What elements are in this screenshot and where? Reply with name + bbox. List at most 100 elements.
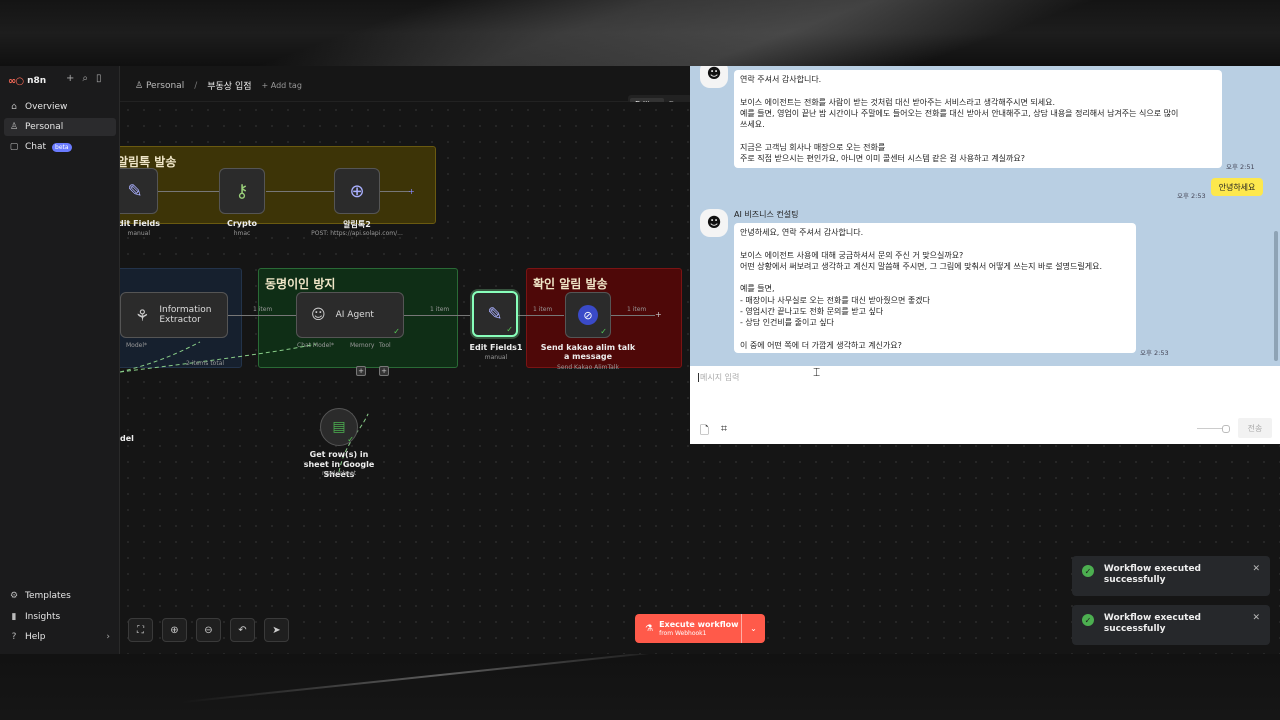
toast-message: Workflow executed successfully: [1103, 564, 1201, 585]
search-icon[interactable]: ⌕: [82, 73, 88, 84]
node-subtitle: hmac: [233, 230, 251, 237]
file-icon[interactable]: 🗋: [700, 422, 709, 441]
kakao-chat-window: ☻ 연락 주셔서 감사합니다. 보이스 에이전트는 전화를 사람이 받는 것처럼…: [690, 66, 1280, 444]
sidebar-item-label: Chat: [25, 142, 47, 152]
sidebar-item-label: Insights: [25, 612, 61, 622]
zoom-in-icon: ⊕: [170, 624, 179, 636]
edge-label: 1 item: [627, 306, 647, 313]
success-check-icon: ✓: [1082, 614, 1094, 626]
fit-view-button[interactable]: ⛶: [128, 618, 153, 642]
close-icon[interactable]: ✕: [1252, 564, 1260, 574]
connection: [404, 315, 470, 316]
success-check-icon: ✓: [347, 435, 354, 444]
avatar: ☻: [700, 66, 728, 88]
node-alimtalk2[interactable]: ⊕: [334, 168, 380, 214]
beta-badge: beta: [52, 142, 72, 152]
pencil-icon: ✎: [487, 303, 503, 325]
send-slider[interactable]: [1197, 425, 1230, 433]
logo[interactable]: ∞○ n8n: [8, 74, 46, 88]
connection: [380, 191, 410, 192]
pencil-icon: ✎: [127, 180, 143, 202]
success-check-icon: ✓: [1082, 565, 1094, 577]
workflow-name[interactable]: 부동상 입점: [207, 79, 251, 92]
insights-icon: ▮: [11, 612, 17, 622]
crop-icon[interactable]: ⌗: [721, 422, 727, 441]
node-edit-fields1[interactable]: ✎ ✓: [472, 291, 518, 337]
sidebar-item-label: Overview: [25, 102, 68, 112]
execute-main[interactable]: ⚗ Execute workflow from Webhook1: [635, 620, 741, 638]
sidebar-item-insights[interactable]: ▮ Insights: [4, 608, 116, 626]
node-label-partial: del: [120, 434, 134, 443]
message-time: 오후 2:53: [1140, 349, 1169, 357]
workflow-header: ♙ Personal / 부동상 입점 + Add tag: [120, 66, 690, 102]
connection: [516, 315, 564, 316]
add-tool-button[interactable]: +: [379, 366, 389, 376]
node-label: Send kakao alim talk a message: [540, 343, 636, 361]
sticky-note-alimtalk[interactable]: 알림톡 발송: [120, 146, 436, 224]
add-tag-button[interactable]: + Add tag: [262, 81, 302, 90]
add-node-plus-icon[interactable]: +: [655, 310, 662, 319]
execute-dropdown-button[interactable]: ⌄: [741, 614, 765, 643]
node-subtitle: read: sheet: [321, 470, 357, 477]
success-check-icon: ✓: [600, 327, 607, 336]
sidebar-item-label: Help: [25, 632, 46, 642]
message-time: 오후 2:53: [1177, 192, 1206, 200]
success-check-icon: ✓: [506, 325, 513, 334]
node-label: Information Extractor: [159, 305, 212, 325]
sidebar-item-templates[interactable]: ⚙ Templates: [4, 587, 116, 605]
node-google-sheets[interactable]: ▤ ✓: [320, 408, 358, 446]
templates-icon: ⚙: [9, 591, 19, 601]
edge-label: 1 item: [430, 306, 450, 313]
robot-icon: ☺: [311, 307, 326, 323]
undo-icon: ↶: [238, 624, 247, 636]
execute-workflow-button[interactable]: ⚗ Execute workflow from Webhook1 ⌄: [635, 614, 765, 643]
add-node-plus-icon[interactable]: +: [408, 187, 415, 196]
chevron-down-icon: ⌄: [750, 624, 757, 633]
breadcrumb-separator: /: [194, 80, 198, 91]
message-time: 오후 2:51: [1226, 163, 1255, 171]
sidebar-item-overview[interactable]: ⌂ Overview: [4, 98, 116, 116]
user-icon: ♙: [9, 122, 19, 132]
chat-scrollbar[interactable]: [1274, 231, 1278, 361]
message-input[interactable]: 메시지 입력: [698, 372, 739, 383]
toast-notification: ✓ Workflow executed successfully ✕: [1072, 556, 1270, 596]
node-crypto[interactable]: ⚷: [219, 168, 265, 214]
sidebar-item-chat[interactable]: ▢ Chat beta: [4, 138, 116, 156]
chat-icon: ▢: [9, 142, 19, 152]
sidebar-item-label: Templates: [25, 591, 71, 601]
sidebar-item-help[interactable]: ? Help ›: [4, 628, 116, 646]
connection: [611, 315, 655, 316]
node-label: Edit Fields1: [469, 343, 523, 352]
n8n-logo-icon: ∞○: [8, 75, 24, 87]
connection: [228, 315, 296, 316]
chevron-right-icon: ›: [106, 632, 110, 642]
zoom-out-button[interactable]: ⊖: [196, 618, 221, 642]
bot-avatar-icon: ☻: [706, 215, 722, 231]
sticky-title: 동명이인 방지: [265, 277, 336, 291]
toast-message: Workflow executed successfully: [1103, 613, 1201, 634]
plus-icon[interactable]: +: [66, 73, 74, 84]
node-edit-fields[interactable]: ✎: [120, 168, 158, 214]
execute-sub: from Webhook1: [659, 629, 707, 637]
avatar: ☻: [700, 209, 728, 237]
breadcrumb-project[interactable]: ♙ Personal: [135, 81, 184, 91]
collapse-sidebar-icon[interactable]: ▯: [96, 73, 102, 84]
sidebar-item-personal[interactable]: ♙ Personal: [4, 118, 116, 136]
node-subtitle: Send Kakao AlimTalk: [557, 364, 619, 371]
tidy-up-button[interactable]: ➤: [264, 618, 289, 642]
node-send-kakao[interactable]: ⊘ ✓: [565, 292, 611, 338]
home-icon: ⌂: [11, 102, 17, 112]
send-button[interactable]: 전송: [1238, 418, 1272, 438]
chat-bubble: 연락 주셔서 감사합니다. 보이스 에이전트는 전화를 사람이 받는 것처럼 대…: [734, 70, 1222, 168]
add-memory-button[interactable]: +: [356, 366, 366, 376]
fit-view-icon: ⛶: [137, 624, 144, 636]
help-icon: ?: [11, 632, 17, 642]
close-icon[interactable]: ✕: [1252, 613, 1260, 623]
text-caret: [698, 373, 699, 382]
connection: [266, 191, 334, 192]
node-label: Crypto: [226, 219, 258, 228]
undo-button[interactable]: ↶: [230, 618, 255, 642]
sender-name: AI 비즈니스 컨설팅: [734, 210, 799, 219]
breadcrumb: ♙ Personal / 부동상 입점 + Add tag: [135, 79, 302, 93]
zoom-in-button[interactable]: ⊕: [162, 618, 187, 642]
